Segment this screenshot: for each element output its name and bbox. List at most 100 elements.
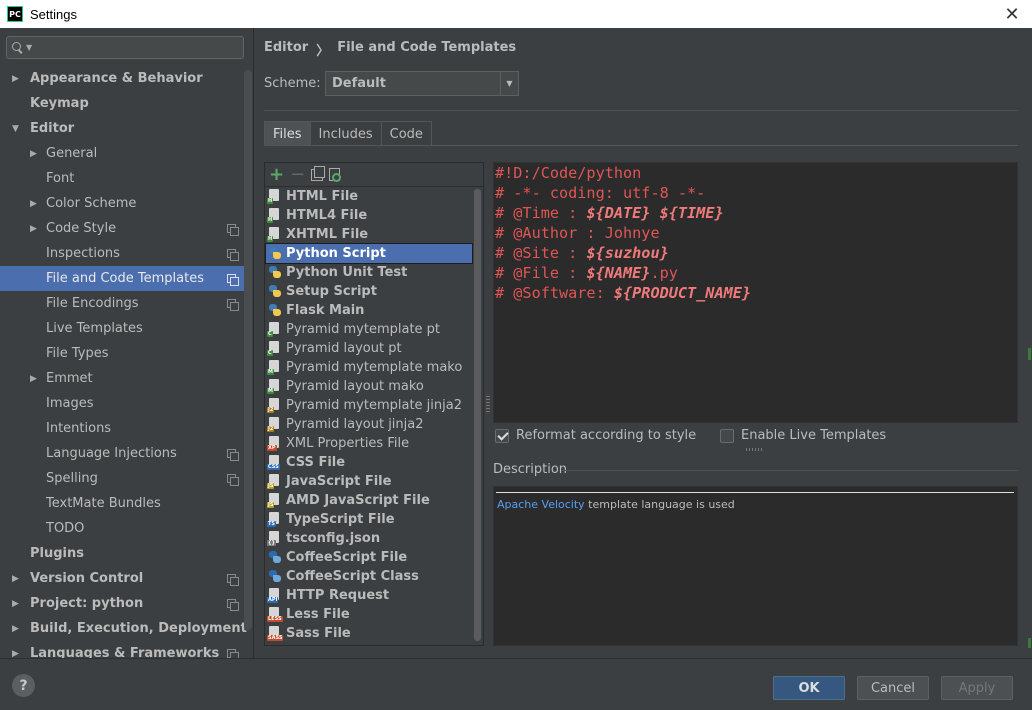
sidebar-item-spelling[interactable]: Spelling — [0, 466, 244, 491]
template-item[interactable]: Flask Main — [266, 301, 472, 320]
template-item[interactable]: TS TypeScript File — [266, 510, 472, 529]
template-item[interactable]: XP XML Properties File — [266, 434, 472, 453]
tab-includes[interactable]: Includes — [309, 121, 382, 146]
template-item[interactable]: J2 Pyramid mytemplate jinja2 — [266, 396, 472, 415]
chevron-right-icon[interactable]: ▶ — [12, 74, 19, 84]
template-item[interactable]: CSS CSS File — [266, 453, 472, 472]
sidebar-item-label: Editor — [30, 121, 75, 136]
sidebar-item-build-execution-deployment[interactable]: ▶ Build, Execution, Deployment — [0, 616, 247, 641]
template-item[interactable]: Python Unit Test — [266, 263, 472, 282]
template-item[interactable]: SASS Sass File — [266, 624, 472, 643]
template-list: H HTML File H HTML4 File H XHTML File Python S… — [265, 187, 473, 643]
file-template-icon: TS — [267, 512, 282, 527]
sidebar-item-appearance-behavior[interactable]: ▶ Appearance & Behavior — [0, 66, 244, 91]
sidebar-item-images[interactable]: Images — [0, 391, 244, 416]
coffeescript-file-icon — [267, 550, 282, 565]
template-list-scrollbar[interactable] — [474, 189, 481, 641]
chevron-right-icon[interactable]: ▶ — [12, 624, 19, 634]
template-item[interactable]: LESS Less File — [266, 605, 472, 624]
splitter-handle[interactable] — [486, 396, 490, 412]
sidebar-item-keymap[interactable]: Keymap — [0, 91, 244, 116]
sidebar-item-emmet[interactable]: ▶ Emmet — [0, 366, 244, 391]
sidebar-item-language-injections[interactable]: Language Injections — [0, 441, 244, 466]
template-item[interactable]: JS AMD JavaScript File — [266, 491, 472, 510]
sidebar-item-general[interactable]: ▶ General — [0, 141, 244, 166]
template-list-panel: + − H HTML File H HTML4 File H XHTML File Pyth… — [264, 162, 484, 646]
chevron-down-icon[interactable]: ▼ — [12, 124, 19, 134]
sidebar-item-todo[interactable]: TODO — [0, 516, 244, 541]
chevron-right-icon[interactable]: ▶ — [12, 574, 19, 584]
template-label: Sass File — [286, 626, 351, 641]
sidebar-item-file-and-code-templates[interactable]: File and Code Templates — [0, 266, 244, 291]
scheme-dropdown[interactable]: Default ▼ — [325, 71, 519, 96]
resize-handle[interactable] — [746, 448, 762, 451]
file-template-icon: LESS — [267, 607, 283, 622]
sidebar-item-languages-frameworks[interactable]: ▶ Languages & Frameworks — [0, 641, 244, 658]
chevron-right-icon[interactable]: ▶ — [30, 374, 37, 384]
ok-button[interactable]: OK — [773, 676, 845, 700]
template-item[interactable]: Setup Script — [266, 282, 472, 301]
chevron-right-icon[interactable]: ▶ — [30, 149, 37, 159]
template-item[interactable]: CoffeeScript Class — [266, 567, 472, 586]
template-item[interactable]: C Pyramid layout pt — [266, 339, 472, 358]
sidebar-item-intentions[interactable]: Intentions — [0, 416, 244, 441]
sidebar-item-file-encodings[interactable]: File Encodings — [0, 291, 244, 316]
template-item[interactable]: H XHTML File — [266, 225, 472, 244]
sidebar-item-font[interactable]: Font — [0, 166, 244, 191]
sidebar-item-color-scheme[interactable]: ▶ Color Scheme — [0, 191, 244, 216]
cancel-button[interactable]: Cancel — [857, 676, 929, 700]
project-scope-icon — [227, 574, 239, 586]
sidebar-item-plugins[interactable]: Plugins — [0, 541, 244, 566]
reformat-checkbox[interactable] — [495, 428, 509, 443]
file-template-icon: CSS — [267, 455, 282, 470]
project-scope-icon — [227, 599, 239, 611]
sidebar-item-label: Code Style — [46, 221, 117, 236]
template-item[interactable]: Python Script — [265, 243, 473, 264]
template-item[interactable]: JS JavaScript File — [266, 472, 472, 491]
chevron-right-icon[interactable]: ▶ — [30, 199, 37, 209]
sidebar-item-textmate-bundles[interactable]: TextMate Bundles — [0, 491, 244, 516]
help-icon[interactable]: ? — [12, 674, 35, 697]
apply-button[interactable]: Apply — [941, 676, 1013, 700]
apache-velocity-link[interactable]: Apache Velocity — [497, 498, 585, 511]
chevron-right-icon[interactable]: ▶ — [30, 224, 37, 234]
template-item[interactable]: CoffeeScript File — [266, 548, 472, 567]
chevron-right-icon[interactable]: ▶ — [12, 599, 19, 609]
template-item[interactable]: J2 Pyramid layout jinja2 — [266, 415, 472, 434]
add-icon[interactable]: + — [269, 165, 284, 184]
file-template-icon: J2 — [267, 398, 282, 413]
live-templates-checkbox[interactable] — [720, 428, 734, 443]
template-item[interactable]: M Pyramid layout mako — [266, 377, 472, 396]
live-templates-checkbox-row[interactable]: Enable Live Templates — [720, 428, 886, 443]
template-item[interactable]: H HTML4 File — [266, 206, 472, 225]
sidebar-item-code-style[interactable]: ▶ Code Style — [0, 216, 244, 241]
reset-icon[interactable] — [329, 168, 342, 182]
file-template-icon: C — [267, 322, 282, 337]
template-item[interactable]: H HTML File — [266, 187, 472, 206]
tab-code[interactable]: Code — [380, 121, 432, 146]
template-item[interactable]: {} tsconfig.json — [266, 529, 472, 548]
sidebar-item-live-templates[interactable]: Live Templates — [0, 316, 244, 341]
tab-files[interactable]: Files — [264, 121, 311, 146]
reformat-checkbox-row[interactable]: Reformat according to style — [495, 428, 696, 443]
close-icon[interactable]: ✕ — [1000, 2, 1024, 26]
remove-icon[interactable]: − — [290, 165, 305, 184]
sidebar-scrollbar[interactable] — [244, 70, 252, 630]
sidebar-item-editor[interactable]: ▼ Editor — [0, 116, 244, 141]
template-item[interactable]: M Pyramid mytemplate mako — [266, 358, 472, 377]
sidebar-item-file-types[interactable]: File Types — [0, 341, 244, 366]
template-label: Pyramid layout mako — [286, 379, 424, 394]
template-label: Python Unit Test — [286, 265, 408, 280]
sidebar-item-project-python[interactable]: ▶ Project: python — [0, 591, 244, 616]
breadcrumb-parent[interactable]: Editor — [264, 40, 308, 59]
file-template-icon: H — [267, 227, 282, 242]
template-item[interactable]: API HTTP Request — [266, 586, 472, 605]
sidebar-item-inspections[interactable]: Inspections — [0, 241, 244, 266]
sidebar-item-version-control[interactable]: ▶ Version Control — [0, 566, 244, 591]
template-item[interactable]: C Pyramid mytemplate pt — [266, 320, 472, 339]
search-input[interactable]: ▼ — [6, 36, 244, 59]
pycharm-logo-icon: PC — [7, 6, 23, 22]
template-editor[interactable]: #!D:/Code/python # -*- coding: utf-8 -*- #… — [493, 162, 1018, 423]
chevron-right-icon[interactable]: ▶ — [12, 649, 19, 659]
copy-icon[interactable] — [311, 165, 326, 181]
